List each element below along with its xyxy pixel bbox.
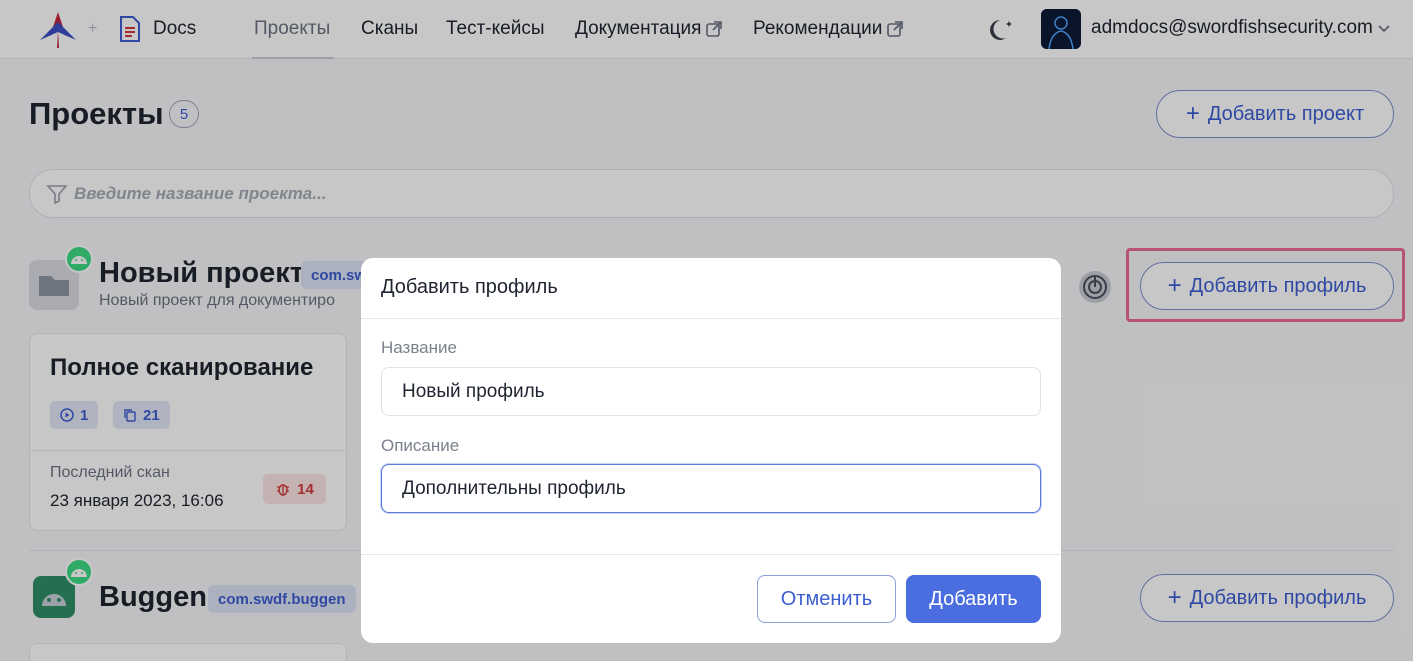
dialog-header-divider [361,318,1061,319]
cancel-button[interactable]: Отменить [757,575,896,623]
description-field[interactable] [381,464,1041,513]
add-button[interactable]: Добавить [906,575,1041,623]
dialog-title: Добавить профиль [381,276,558,298]
dialog-footer-divider [361,554,1061,555]
description-label: Описание [381,436,460,455]
add-profile-dialog: Добавить профиль Название Описание Отмен… [361,258,1061,643]
name-field[interactable] [381,367,1041,416]
name-label: Название [381,338,457,357]
